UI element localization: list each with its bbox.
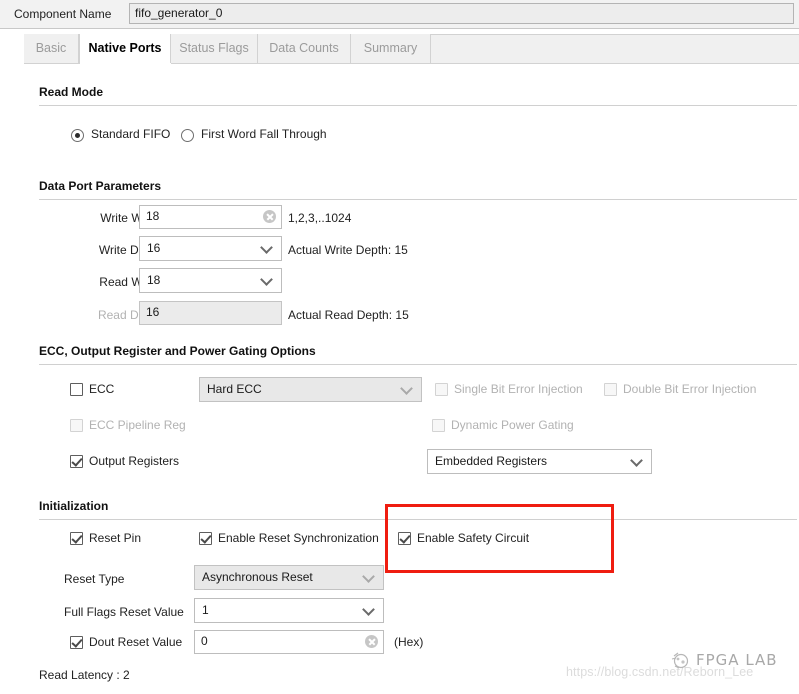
checkbox-enable-reset-synchronization[interactable] <box>199 532 212 545</box>
label-enable-reset-synchronization: Enable Reset Synchronization <box>218 531 386 545</box>
section-title-ecc: ECC, Output Register and Power Gating Op… <box>39 344 316 358</box>
tab-basic[interactable]: Basic <box>24 34 79 63</box>
tab-data-counts[interactable]: Data Counts <box>258 34 351 63</box>
checkbox-reset-pin[interactable] <box>70 532 83 545</box>
chevron-down-icon[interactable] <box>364 605 373 614</box>
native-ports-panel: Read Mode Standard FIFO First Word Fall … <box>0 68 799 694</box>
combo-ecc-mode: Hard ECC <box>199 377 422 402</box>
combo-register-type[interactable]: Embedded Registers <box>427 449 652 474</box>
section-rule-data-port <box>39 199 797 200</box>
hint-write-width: 1,2,3,..1024 <box>288 211 351 225</box>
section-title-read-mode: Read Mode <box>39 85 103 99</box>
radio-standard-fifo[interactable] <box>71 129 84 142</box>
radio-label-standard-fifo: Standard FIFO <box>91 127 170 141</box>
combo-reset-type: Asynchronous Reset <box>194 565 384 590</box>
actual-read-depth: Actual Read Depth: 15 <box>288 308 409 322</box>
label-dout-reset-value: Dout Reset Value <box>89 635 182 649</box>
checkbox-ecc[interactable] <box>70 383 83 396</box>
component-name-label: Component Name <box>14 7 111 21</box>
chevron-down-icon[interactable] <box>262 275 271 284</box>
tab-native-ports[interactable]: Native Ports <box>79 34 171 64</box>
radio-label-first-word-fall-through: First Word Fall Through <box>201 127 327 141</box>
input-read-depth: 16 <box>139 301 282 325</box>
component-name-input[interactable]: fifo_generator_0 <box>129 3 794 24</box>
chevron-down-icon <box>364 572 373 581</box>
checkbox-single-bit-error-injection <box>435 383 448 396</box>
input-write-width[interactable]: 18 <box>139 205 282 229</box>
tab-active-connector <box>80 63 171 65</box>
tab-status-flags[interactable]: Status Flags <box>171 34 258 63</box>
clear-circle-icon[interactable] <box>263 210 276 223</box>
checkbox-output-registers[interactable] <box>70 455 83 468</box>
label-reset-pin: Reset Pin <box>89 531 141 545</box>
chevron-down-icon <box>402 384 411 393</box>
section-title-initialization: Initialization <box>39 499 108 513</box>
checkbox-dout-reset-value[interactable] <box>70 636 83 649</box>
clear-circle-icon[interactable] <box>365 635 378 648</box>
label-ecc: ECC <box>89 382 114 396</box>
read-latency-text: Read Latency : 2 <box>39 668 130 682</box>
component-name-bar: Component Name fifo_generator_0 <box>0 0 799 29</box>
checkbox-dynamic-power-gating <box>432 419 445 432</box>
input-dout-reset-value[interactable]: 0 <box>194 630 384 654</box>
label-double-bit-error-injection: Double Bit Error Injection <box>623 382 756 396</box>
chevron-down-icon[interactable] <box>632 456 641 465</box>
suffix-dout-reset-hex: (Hex) <box>394 635 423 649</box>
label-full-flags-reset-value: Full Flags Reset Value <box>64 605 184 619</box>
tab-summary[interactable]: Summary <box>351 34 431 63</box>
section-rule-ecc <box>39 364 797 365</box>
checkbox-double-bit-error-injection <box>604 383 617 396</box>
highlight-rectangle-safety-circuit <box>385 504 614 573</box>
section-rule-read-mode <box>39 105 797 106</box>
tab-strip: Basic Native Ports Status Flags Data Cou… <box>0 29 799 68</box>
combo-full-flags-reset-value[interactable]: 1 <box>194 598 384 623</box>
watermark-logo-text: FPGA LAB <box>696 651 778 669</box>
label-output-registers: Output Registers <box>89 454 179 468</box>
label-reset-type: Reset Type <box>64 572 124 586</box>
checkbox-ecc-pipeline-reg <box>70 419 83 432</box>
fpga-lab-logo-icon <box>670 650 692 670</box>
actual-write-depth: Actual Write Depth: 15 <box>288 243 408 257</box>
label-single-bit-error-injection: Single Bit Error Injection <box>454 382 583 396</box>
label-dynamic-power-gating: Dynamic Power Gating <box>451 418 574 432</box>
section-title-data-port: Data Port Parameters <box>39 179 161 193</box>
radio-first-word-fall-through[interactable] <box>181 129 194 142</box>
chevron-down-icon[interactable] <box>262 243 271 252</box>
label-ecc-pipeline-reg: ECC Pipeline Reg <box>89 418 186 432</box>
